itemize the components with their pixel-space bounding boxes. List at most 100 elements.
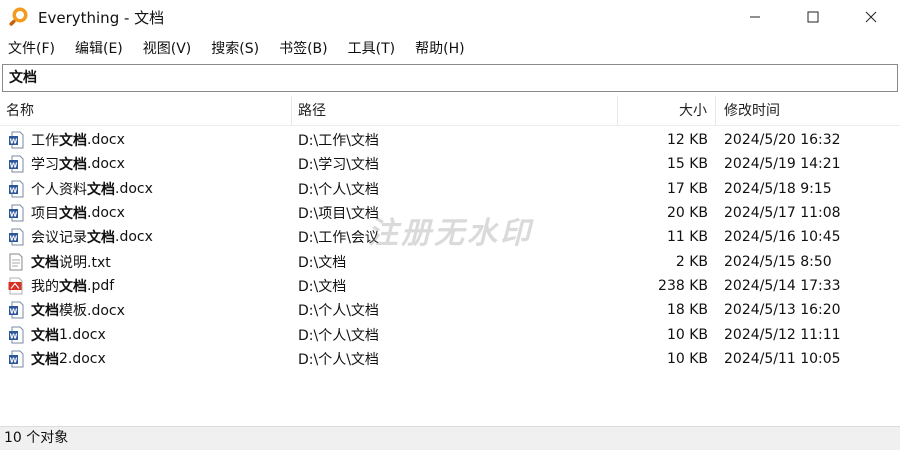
file-name-suffix: .docx: [87, 132, 125, 149]
file-name-cell: W 学习 文档 .docx: [0, 154, 292, 174]
svg-text:W: W: [10, 162, 18, 170]
maximize-button[interactable]: [784, 0, 842, 34]
file-name-match: 文档: [59, 133, 87, 150]
word-document-icon: W: [9, 180, 24, 198]
file-size-cell: 11 KB: [666, 229, 708, 246]
file-name-cell: 文档 说明.txt: [0, 252, 292, 272]
menu-help[interactable]: 帮助(H): [415, 38, 464, 58]
file-path-cell: D:\学习\文档: [298, 157, 379, 174]
file-name-suffix: .docx: [87, 156, 125, 173]
file-path-cell: D:\个人\文档: [298, 181, 379, 198]
word-document-icon: W: [9, 155, 24, 173]
column-header-size[interactable]: 大小: [618, 95, 716, 126]
file-name-cell: W 个人资料 文档 .docx: [0, 179, 292, 199]
svg-text:W: W: [10, 137, 18, 145]
search-input[interactable]: 文档: [2, 64, 898, 92]
file-name-match: 文档: [59, 157, 87, 174]
close-icon: [865, 11, 877, 23]
file-size-cell: 238 KB: [658, 277, 708, 294]
file-modified-cell: 2024/5/18 9:15: [724, 180, 832, 197]
file-path-cell: D:\文档: [298, 254, 347, 271]
file-modified-cell: 2024/5/13 16:20: [724, 302, 841, 319]
menu-tools[interactable]: 工具(T): [348, 38, 395, 58]
file-modified-cell: 2024/5/17 11:08: [724, 205, 841, 222]
file-name-match: 文档: [31, 303, 59, 320]
column-header-modified[interactable]: 修改时间: [716, 96, 900, 126]
column-header-name[interactable]: 名称: [0, 95, 292, 126]
close-button[interactable]: [842, 0, 900, 34]
svg-text:W: W: [10, 210, 18, 218]
file-modified-cell: 2024/5/14 17:33: [724, 277, 841, 294]
pdf-file-icon: [8, 277, 23, 295]
file-name-suffix: 说明.txt: [59, 254, 111, 271]
menu-bar: 文件(F) 编辑(E) 视图(V) 搜索(S) 书签(B) 工具(T) 帮助(H…: [0, 36, 485, 60]
file-modified-cell: 2024/5/20 16:32: [724, 132, 841, 149]
file-name-cell: W 工作 文档 .docx: [0, 130, 292, 150]
word-document-icon: W: [9, 131, 24, 149]
file-name-prefix: 我的: [31, 278, 59, 295]
table-row[interactable]: 我的 文档 .pdf D:\文档 238 KB 2024/5/14 17:33: [0, 274, 900, 298]
file-modified-cell: 2024/5/12 11:11: [724, 326, 841, 343]
word-document-icon: W: [9, 228, 24, 246]
table-row[interactable]: W 学习 文档 .docx D:\学习\文档 15 KB 2024/5/19 14:21: [0, 152, 900, 176]
file-size-cell: 12 KB: [666, 132, 708, 149]
menu-bookmarks[interactable]: 书签(B): [279, 38, 328, 58]
text-file-icon: [9, 253, 23, 271]
word-document-icon: W: [9, 301, 24, 319]
file-modified-cell: 2024/5/16 10:45: [724, 229, 841, 246]
table-row[interactable]: W 工作 文档 .docx D:\工作\文档 12 KB 2024/5/20 16:32: [0, 128, 900, 152]
file-name-suffix: 1.docx: [59, 326, 106, 343]
file-name-match: 文档: [31, 327, 59, 344]
table-row[interactable]: W 个人资料 文档 .docx D:\个人\文档 17 KB 2024/5/18 9:15: [0, 177, 900, 201]
status-bar: 10 个对象: [0, 426, 900, 450]
file-size-cell: 18 KB: [666, 302, 708, 319]
table-row[interactable]: 文档 说明.txt D:\文档 2 KB 2024/5/15 8:50: [0, 249, 900, 273]
file-size-cell: 2 KB: [675, 253, 708, 270]
file-size-cell: 17 KB: [666, 180, 708, 197]
svg-text:W: W: [10, 235, 18, 243]
minimize-icon: [750, 16, 760, 18]
file-name-cell: W 文档 2.docx: [0, 349, 292, 369]
file-path-cell: D:\工作\文档: [298, 133, 379, 150]
file-name-suffix: .pdf: [87, 277, 115, 294]
file-name-match: 文档: [31, 254, 59, 271]
file-name-suffix: .docx: [115, 229, 153, 246]
svg-text:W: W: [10, 356, 18, 364]
svg-text:W: W: [10, 308, 18, 316]
table-row[interactable]: W 文档 1.docx D:\个人\文档 10 KB 2024/5/12 11:11: [0, 322, 900, 346]
file-name-cell: W 文档 1.docx: [0, 325, 292, 345]
table-row[interactable]: W 文档 模板.docx D:\个人\文档 18 KB 2024/5/13 16:20: [0, 298, 900, 322]
file-modified-cell: 2024/5/15 8:50: [724, 253, 832, 270]
word-document-icon: W: [9, 350, 24, 368]
file-path-cell: D:\个人\文档: [298, 327, 379, 344]
column-header-path[interactable]: 路径: [292, 95, 618, 126]
file-modified-cell: 2024/5/19 14:21: [724, 156, 841, 173]
word-document-icon: W: [9, 326, 24, 344]
file-name-prefix: 个人资料: [31, 181, 87, 198]
watermark-text: 注册无水印: [368, 216, 533, 251]
menu-edit[interactable]: 编辑(E): [75, 38, 123, 58]
file-name-suffix: 模板.docx: [59, 303, 125, 320]
file-path-cell: D:\个人\文档: [298, 351, 379, 368]
file-path-cell: D:\文档: [298, 278, 347, 295]
file-name-match: 文档: [59, 206, 87, 223]
file-name-cell: 我的 文档 .pdf: [0, 276, 292, 296]
minimize-button[interactable]: [726, 0, 784, 34]
menu-search[interactable]: 搜索(S): [211, 38, 259, 58]
menu-view[interactable]: 视图(V): [143, 38, 192, 58]
word-document-icon: W: [9, 204, 24, 222]
file-name-prefix: 项目: [31, 206, 59, 223]
file-size-cell: 20 KB: [666, 205, 708, 222]
window-title: Everything - 文档: [38, 8, 165, 27]
file-path-cell: D:\个人\文档: [298, 303, 379, 320]
maximize-icon: [807, 11, 819, 23]
window-controls: [726, 0, 900, 34]
file-name-prefix: 工作: [31, 133, 59, 150]
menu-file[interactable]: 文件(F): [8, 38, 55, 58]
file-name-suffix: .docx: [87, 205, 125, 222]
table-row[interactable]: W 文档 2.docx D:\个人\文档 10 KB 2024/5/11 10:05: [0, 347, 900, 371]
file-size-cell: 10 KB: [666, 326, 708, 343]
file-name-prefix: 学习: [31, 157, 59, 174]
title-bar: Everything - 文档: [0, 0, 900, 34]
file-name-match: 文档: [87, 230, 115, 247]
